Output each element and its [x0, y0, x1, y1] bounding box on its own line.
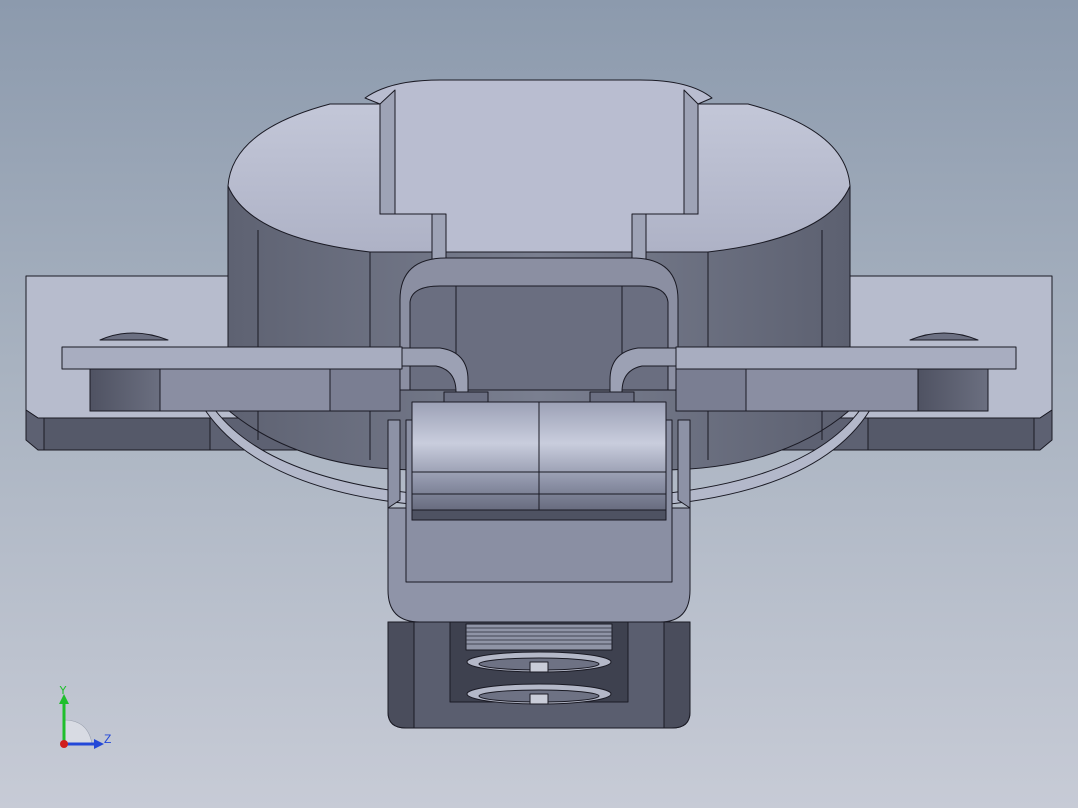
y-axis-label: Y	[59, 686, 67, 697]
inner-pocket	[399, 257, 679, 391]
x-axis-dot	[60, 740, 68, 748]
cup-top-face	[227, 79, 851, 261]
hinge-roller	[411, 401, 667, 521]
axis-triad: Y Z	[59, 686, 111, 749]
spring-detail	[449, 621, 629, 705]
z-axis-label: Z	[104, 732, 111, 746]
triad-arc-icon	[63, 719, 93, 745]
graphics-viewport[interactable]: Y Z	[0, 0, 1078, 808]
z-axis-arrowhead	[94, 739, 104, 749]
model-section-view[interactable]	[0, 0, 1078, 808]
